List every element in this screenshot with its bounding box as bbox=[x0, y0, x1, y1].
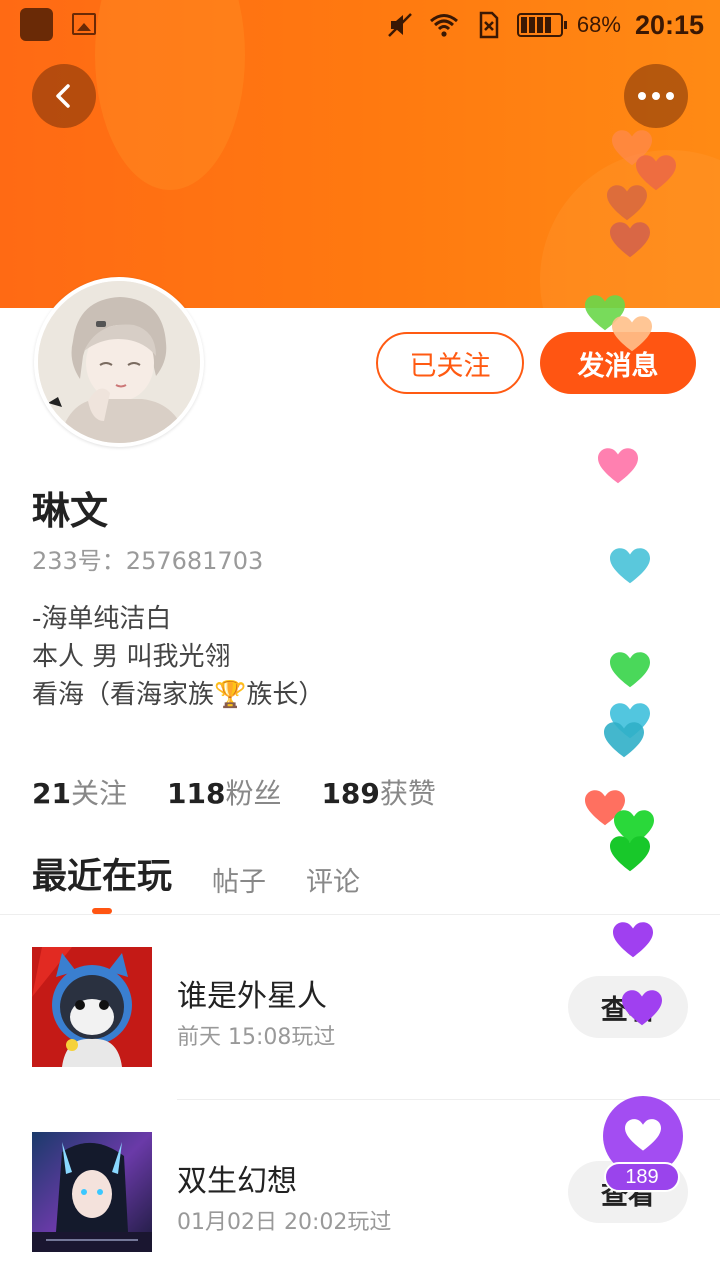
app-notification-icon bbox=[20, 8, 53, 41]
tab-comments[interactable]: 评论 bbox=[306, 860, 360, 899]
bio: -海单纯洁白 本人 男 叫我光翎 看海（看海家族🏆族长） bbox=[32, 600, 324, 714]
back-button[interactable] bbox=[32, 64, 96, 128]
game-title: 双生幻想 bbox=[177, 1164, 297, 1199]
battery-percent: 68% bbox=[576, 12, 621, 37]
image-notification-icon bbox=[72, 13, 96, 35]
game-cover-image bbox=[32, 1132, 152, 1252]
back-arrow-icon bbox=[56, 84, 70, 108]
heart-icon bbox=[598, 448, 638, 484]
heart-icon bbox=[610, 548, 650, 584]
no-sim-icon bbox=[479, 11, 499, 39]
heart-icon bbox=[625, 1119, 661, 1151]
avatar[interactable] bbox=[34, 277, 204, 447]
heart-icon bbox=[607, 185, 647, 221]
bio-line: 本人 男 叫我光翎 bbox=[32, 642, 231, 672]
more-dots-icon bbox=[638, 92, 674, 100]
stat-likes: 189获赞 bbox=[321, 777, 436, 810]
like-count-badge: 189 bbox=[604, 1162, 680, 1192]
tab-posts[interactable]: 帖子 bbox=[212, 860, 266, 899]
heart-icon bbox=[610, 652, 650, 688]
status-bar: 68% 20:15 bbox=[0, 0, 720, 50]
list-item[interactable]: 谁是外星人 前天 15:08玩过 查看 bbox=[0, 947, 720, 1087]
profile-tabs: 最近在玩 帖子 评论 bbox=[32, 848, 360, 899]
heart-icon bbox=[604, 722, 644, 758]
more-options-button[interactable] bbox=[624, 64, 688, 128]
bio-line: 看海（看海家族🏆族长） bbox=[32, 680, 325, 710]
heart-icon bbox=[610, 222, 650, 258]
stat-fans[interactable]: 118粉丝 bbox=[167, 772, 281, 812]
profile-stats: 21关注 118粉丝 189获赞 bbox=[32, 772, 436, 812]
bio-line: -海单纯洁白 bbox=[32, 604, 172, 634]
heart-icon bbox=[612, 316, 652, 352]
wifi-icon bbox=[429, 14, 458, 37]
username: 琳文 bbox=[32, 489, 109, 533]
game-cover-image bbox=[32, 947, 152, 1067]
mute-icon bbox=[388, 13, 412, 37]
game-played-time: 前天 15:08玩过 bbox=[177, 1025, 336, 1050]
divider bbox=[0, 914, 720, 915]
game-title: 谁是外星人 bbox=[177, 979, 327, 1014]
followed-button[interactable]: 已关注 bbox=[376, 332, 524, 394]
heart-icon bbox=[613, 922, 653, 958]
heart-icon bbox=[622, 990, 662, 1026]
battery-icon bbox=[516, 13, 567, 37]
heart-icon bbox=[610, 836, 650, 872]
tab-recently-played[interactable]: 最近在玩 bbox=[32, 848, 172, 899]
stat-following[interactable]: 21关注 bbox=[32, 772, 127, 812]
user-id: 233号：257681703 bbox=[32, 547, 264, 575]
clock: 20:15 bbox=[634, 9, 704, 40]
game-played-time: 01月02日 20:02玩过 bbox=[177, 1210, 392, 1235]
